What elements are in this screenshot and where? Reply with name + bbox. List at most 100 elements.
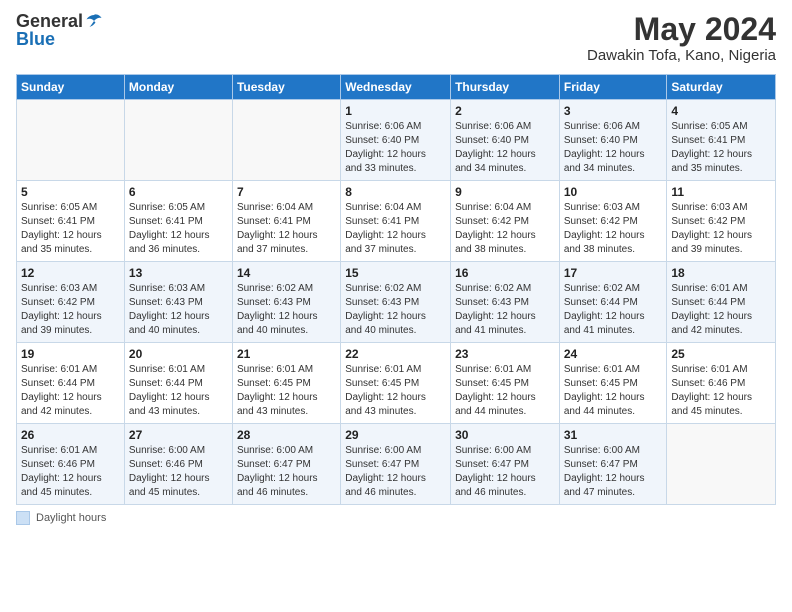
day-info: Sunrise: 6:00 AM Sunset: 6:46 PM Dayligh… [129, 444, 228, 500]
day-info: Sunrise: 6:01 AM Sunset: 6:44 PM Dayligh… [671, 282, 771, 338]
calendar-day-cell: 17Sunrise: 6:02 AM Sunset: 6:44 PM Dayli… [559, 262, 667, 343]
day-number: 12 [21, 266, 120, 280]
day-number: 29 [345, 428, 446, 442]
day-info: Sunrise: 6:03 AM Sunset: 6:42 PM Dayligh… [21, 282, 120, 338]
day-info: Sunrise: 6:02 AM Sunset: 6:43 PM Dayligh… [237, 282, 336, 338]
calendar-header-cell: Sunday [17, 75, 125, 100]
day-number: 23 [455, 347, 555, 361]
calendar-day-cell: 21Sunrise: 6:01 AM Sunset: 6:45 PM Dayli… [232, 343, 340, 424]
calendar-day-cell: 22 Sunrise: 6:01 AM Sunset: 6:45 PM Dayli… [341, 343, 451, 424]
day-info: Sunrise: 6:00 AM Sunset: 6:47 PM Dayligh… [237, 444, 336, 500]
main-title: May 2024 [587, 12, 776, 47]
calendar-day-cell [17, 100, 125, 181]
calendar-week-row: 1 Sunrise: 6:06 AM Sunset: 6:40 PM Daylig… [17, 100, 776, 181]
header: General Blue May 2024 Dawakin Tofa, Kano… [16, 12, 776, 64]
calendar-day-cell: 25 Sunrise: 6:01 AM Sunset: 6:46 PM Dayli… [667, 343, 776, 424]
calendar-day-cell: 1Sunrise: 6:06 AM Sunset: 6:40 PM Daylig… [341, 100, 451, 181]
day-info: Sunrise: 6:04 AM Sunset: 6:41 PM Dayligh… [345, 201, 446, 257]
day-number: 27 [129, 428, 228, 442]
logo-blue-text: Blue [16, 30, 55, 48]
day-number: 3 [564, 104, 663, 118]
day-info: Sunrise: 6:00 AM Sunset: 6:47 PM Dayligh… [455, 444, 555, 500]
calendar-day-cell: 14 Sunrise: 6:02 AM Sunset: 6:43 PM Dayli… [232, 262, 340, 343]
day-info: Sunrise: 6:01 AM Sunset: 6:45 PM Dayligh… [455, 363, 555, 419]
day-number: 1 [345, 104, 446, 118]
day-info: Sunrise: 6:02 AM Sunset: 6:43 PM Dayligh… [345, 282, 446, 338]
calendar-header-cell: Tuesday [232, 75, 340, 100]
calendar-header-cell: Saturday [667, 75, 776, 100]
calendar-day-cell: 9Sunrise: 6:04 AM Sunset: 6:42 PM Daylig… [451, 181, 560, 262]
calendar-header-cell: Friday [559, 75, 667, 100]
calendar-day-cell: 29 Sunrise: 6:00 AM Sunset: 6:47 PM Dayli… [341, 424, 451, 505]
day-info: Sunrise: 6:01 AM Sunset: 6:45 PM Dayligh… [345, 363, 446, 419]
day-info: Sunrise: 6:05 AM Sunset: 6:41 PM Dayligh… [129, 201, 228, 257]
calendar-day-cell: 7 Sunrise: 6:04 AM Sunset: 6:41 PM Daylig… [232, 181, 340, 262]
calendar-day-cell: 24Sunrise: 6:01 AM Sunset: 6:45 PM Dayli… [559, 343, 667, 424]
day-number: 28 [237, 428, 336, 442]
location-subtitle: Dawakin Tofa, Kano, Nigeria [587, 47, 776, 64]
day-number: 5 [21, 185, 120, 199]
calendar-day-cell: 31 Sunrise: 6:00 AM Sunset: 6:47 PM Dayli… [559, 424, 667, 505]
calendar-table: SundayMondayTuesdayWednesdayThursdayFrid… [16, 74, 776, 505]
day-info: Sunrise: 6:05 AM Sunset: 6:41 PM Dayligh… [21, 201, 120, 257]
day-number: 21 [237, 347, 336, 361]
footer-color-box [16, 511, 30, 525]
day-info: Sunrise: 6:01 AM Sunset: 6:46 PM Dayligh… [21, 444, 120, 500]
calendar-day-cell: 12 Sunrise: 6:03 AM Sunset: 6:42 PM Dayli… [17, 262, 125, 343]
calendar-day-cell: 6 Sunrise: 6:05 AM Sunset: 6:41 PM Daylig… [124, 181, 232, 262]
day-number: 31 [564, 428, 663, 442]
day-number: 13 [129, 266, 228, 280]
day-number: 14 [237, 266, 336, 280]
day-number: 15 [345, 266, 446, 280]
day-info: Sunrise: 6:05 AM Sunset: 6:41 PM Dayligh… [671, 120, 771, 176]
day-number: 16 [455, 266, 555, 280]
footer: Daylight hours [16, 511, 776, 525]
day-number: 18 [671, 266, 771, 280]
calendar-day-cell: 16Sunrise: 6:02 AM Sunset: 6:43 PM Dayli… [451, 262, 560, 343]
day-info: Sunrise: 6:01 AM Sunset: 6:44 PM Dayligh… [129, 363, 228, 419]
day-number: 19 [21, 347, 120, 361]
day-info: Sunrise: 6:04 AM Sunset: 6:42 PM Dayligh… [455, 201, 555, 257]
calendar-week-row: 19 Sunrise: 6:01 AM Sunset: 6:44 PM Dayli… [17, 343, 776, 424]
day-number: 7 [237, 185, 336, 199]
calendar-day-cell: 27 Sunrise: 6:00 AM Sunset: 6:46 PM Dayli… [124, 424, 232, 505]
day-info: Sunrise: 6:06 AM Sunset: 6:40 PM Dayligh… [455, 120, 555, 176]
logo: General Blue [16, 12, 103, 48]
day-info: Sunrise: 6:03 AM Sunset: 6:43 PM Dayligh… [129, 282, 228, 338]
calendar-day-cell: 8Sunrise: 6:04 AM Sunset: 6:41 PM Daylig… [341, 181, 451, 262]
calendar-day-cell: 30 Sunrise: 6:00 AM Sunset: 6:47 PM Dayli… [451, 424, 560, 505]
day-number: 25 [671, 347, 771, 361]
day-number: 26 [21, 428, 120, 442]
calendar-day-cell: 19 Sunrise: 6:01 AM Sunset: 6:44 PM Dayli… [17, 343, 125, 424]
day-number: 20 [129, 347, 228, 361]
day-info: Sunrise: 6:00 AM Sunset: 6:47 PM Dayligh… [564, 444, 663, 500]
day-number: 17 [564, 266, 663, 280]
day-number: 10 [564, 185, 663, 199]
day-number: 22 [345, 347, 446, 361]
day-number: 24 [564, 347, 663, 361]
calendar-day-cell: 4Sunrise: 6:05 AM Sunset: 6:41 PM Daylig… [667, 100, 776, 181]
day-number: 30 [455, 428, 555, 442]
calendar-day-cell: 18 Sunrise: 6:01 AM Sunset: 6:44 PM Dayli… [667, 262, 776, 343]
calendar-day-cell: 23 Sunrise: 6:01 AM Sunset: 6:45 PM Dayli… [451, 343, 560, 424]
logo-bird-icon [85, 12, 103, 30]
calendar-day-cell: 13 Sunrise: 6:03 AM Sunset: 6:43 PM Dayli… [124, 262, 232, 343]
calendar-header-cell: Thursday [451, 75, 560, 100]
calendar-day-cell [667, 424, 776, 505]
calendar-day-cell: 3Sunrise: 6:06 AM Sunset: 6:40 PM Daylig… [559, 100, 667, 181]
day-info: Sunrise: 6:00 AM Sunset: 6:47 PM Dayligh… [345, 444, 446, 500]
calendar-day-cell: 10Sunrise: 6:03 AM Sunset: 6:42 PM Dayli… [559, 181, 667, 262]
day-info: Sunrise: 6:04 AM Sunset: 6:41 PM Dayligh… [237, 201, 336, 257]
calendar-day-cell: 28 Sunrise: 6:00 AM Sunset: 6:47 PM Dayli… [232, 424, 340, 505]
calendar-day-cell: 11Sunrise: 6:03 AM Sunset: 6:42 PM Dayli… [667, 181, 776, 262]
day-info: Sunrise: 6:01 AM Sunset: 6:44 PM Dayligh… [21, 363, 120, 419]
calendar-week-row: 26 Sunrise: 6:01 AM Sunset: 6:46 PM Dayli… [17, 424, 776, 505]
logo-general-text: General [16, 12, 83, 30]
footer-label: Daylight hours [36, 512, 106, 524]
calendar-week-row: 5 Sunrise: 6:05 AM Sunset: 6:41 PM Daylig… [17, 181, 776, 262]
calendar-day-cell [232, 100, 340, 181]
calendar-day-cell [124, 100, 232, 181]
day-number: 6 [129, 185, 228, 199]
day-number: 2 [455, 104, 555, 118]
day-info: Sunrise: 6:01 AM Sunset: 6:46 PM Dayligh… [671, 363, 771, 419]
